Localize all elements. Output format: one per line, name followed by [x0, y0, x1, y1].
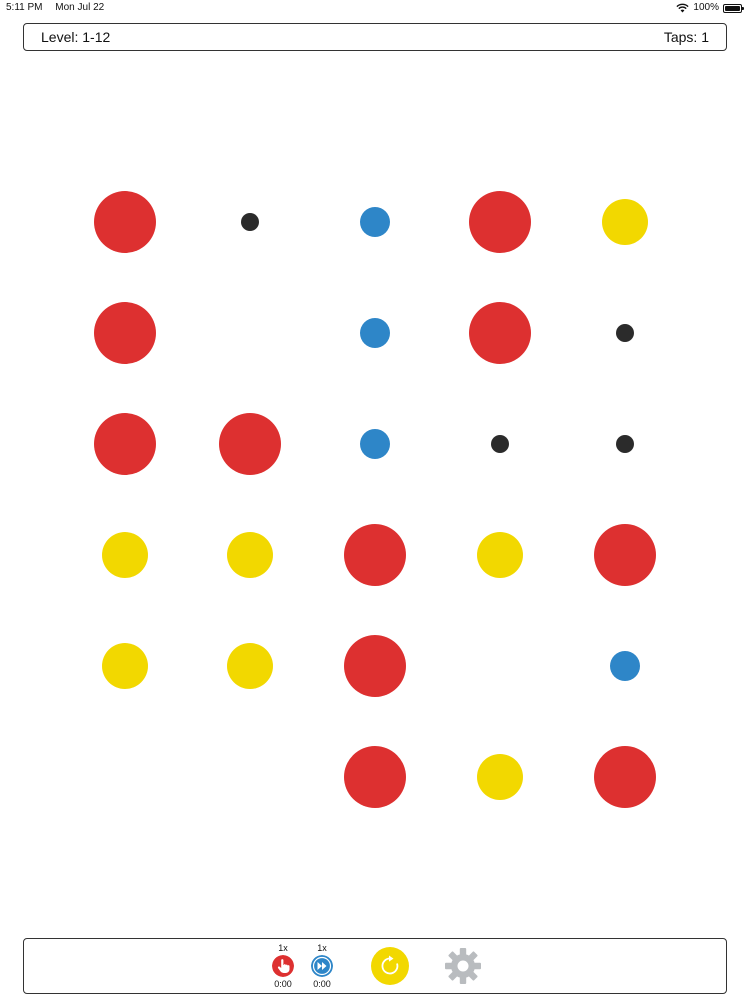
tap-power[interactable]: 1x 0:00: [268, 943, 298, 990]
yellow-dot[interactable]: [102, 643, 148, 689]
blue-dot[interactable]: [360, 429, 390, 459]
tap-power-count: 1x: [278, 943, 288, 953]
red-dot[interactable]: [344, 746, 406, 808]
red-dot[interactable]: [94, 302, 156, 364]
yellow-dot[interactable]: [227, 643, 273, 689]
yellow-dot[interactable]: [227, 532, 273, 578]
red-dot[interactable]: [94, 191, 156, 253]
red-dot[interactable]: [469, 302, 531, 364]
yellow-dot[interactable]: [602, 199, 648, 245]
wifi-icon: [676, 3, 690, 13]
level-label: Level: 1-12: [41, 29, 111, 45]
gear-icon: [445, 948, 481, 984]
red-dot[interactable]: [94, 413, 156, 475]
speed-power-timer: 0:00: [313, 979, 331, 989]
status-time: 5:11 PM: [6, 2, 43, 13]
black-dot[interactable]: [491, 435, 509, 453]
bottom-toolbar: 1x 0:00 1x 0:00: [23, 938, 727, 994]
yellow-dot[interactable]: [477, 532, 523, 578]
level-info-bar: Level: 1-12 Taps: 1: [23, 23, 727, 51]
status-bar: 5:11 PM Mon Jul 22 100%: [0, 0, 750, 16]
restart-button[interactable]: [371, 947, 409, 985]
battery-percent: 100%: [693, 2, 719, 13]
status-date: Mon Jul 22: [55, 2, 105, 13]
speed-power[interactable]: 1x 0:00: [307, 943, 337, 990]
blue-dot[interactable]: [610, 651, 640, 681]
fast-forward-icon[interactable]: [311, 955, 333, 977]
pointer-hand-icon[interactable]: [272, 955, 294, 977]
red-dot[interactable]: [469, 191, 531, 253]
status-left: 5:11 PM Mon Jul 22: [6, 0, 114, 16]
black-dot[interactable]: [616, 324, 634, 342]
red-dot[interactable]: [594, 746, 656, 808]
blue-dot[interactable]: [360, 207, 390, 237]
black-dot[interactable]: [241, 213, 259, 231]
speed-power-count: 1x: [317, 943, 327, 953]
tap-power-timer: 0:00: [274, 979, 292, 989]
battery-icon: [723, 3, 744, 13]
settings-button[interactable]: [444, 947, 482, 985]
red-dot[interactable]: [219, 413, 281, 475]
taps-label: Taps: 1: [663, 29, 709, 45]
yellow-dot[interactable]: [477, 754, 523, 800]
red-dot[interactable]: [344, 524, 406, 586]
status-right: 100%: [676, 0, 744, 16]
black-dot[interactable]: [616, 435, 634, 453]
yellow-dot[interactable]: [102, 532, 148, 578]
blue-dot[interactable]: [360, 318, 390, 348]
red-dot[interactable]: [344, 635, 406, 697]
restart-icon: [381, 955, 399, 975]
game-board: [0, 0, 750, 1000]
red-dot[interactable]: [594, 524, 656, 586]
